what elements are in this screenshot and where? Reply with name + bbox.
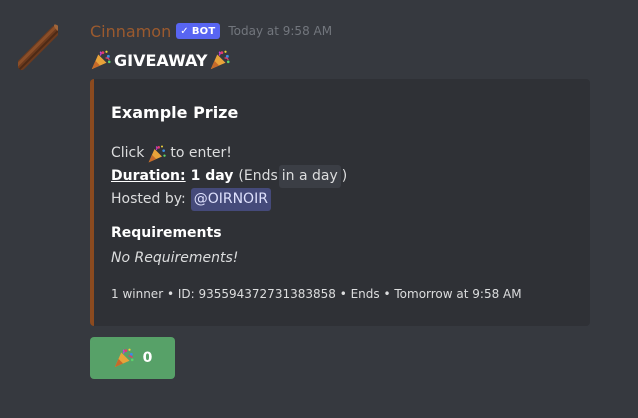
message-title: GIVEAWAY: [114, 50, 208, 70]
ends-relative-time[interactable]: in a day: [278, 165, 341, 188]
giveaway-embed: Example Prize Click to enter! Duration: …: [90, 79, 590, 326]
message-content: GIVEAWAY: [90, 49, 231, 71]
hosted-by-line: Hosted by: @OIRNOIR: [111, 188, 347, 211]
host-mention[interactable]: @OIRNOIR: [190, 188, 271, 211]
duration-line: Duration: 1 day (Ends in a day ): [111, 165, 347, 188]
requirements-field-name: Requirements: [111, 225, 222, 241]
embed-title: Example Prize: [111, 103, 239, 122]
party-popper-icon: [211, 50, 230, 70]
click-suffix: to enter!: [170, 145, 232, 161]
party-popper-icon: [149, 145, 167, 162]
author-username[interactable]: Cinnamon: [90, 22, 171, 41]
party-popper-icon: [114, 348, 134, 368]
reaction-count: 0: [142, 350, 153, 366]
cinnamon-stick-avatar[interactable]: [18, 24, 58, 72]
requirements-field-value: No Requirements!: [111, 250, 239, 266]
duration-label: Duration:: [111, 168, 186, 184]
verified-check-icon: ✓: [180, 25, 189, 37]
duration-value: 1 day: [190, 168, 234, 184]
bot-tag-label: BOT: [191, 25, 216, 37]
ends-open: (Ends: [238, 168, 278, 184]
ends-close: ): [341, 168, 348, 184]
bot-tag: ✓ BOT: [176, 23, 221, 39]
click-prefix: Click: [111, 145, 145, 161]
hosted-label: Hosted by:: [111, 191, 186, 207]
message-timestamp[interactable]: Today at 9:58 AM: [228, 24, 332, 38]
click-to-enter-line: Click to enter!: [111, 142, 347, 165]
embed-footer: 1 winner • ID: 935594372731383858 • Ends…: [111, 287, 522, 301]
party-popper-icon: [91, 50, 111, 70]
embed-description: Click to enter! Duration: 1 day (Ends in…: [111, 142, 347, 211]
party-popper-reaction-button[interactable]: 0: [90, 337, 175, 379]
message-header: Cinnamon ✓ BOT Today at 9:58 AM: [90, 21, 332, 41]
chat-message: Cinnamon ✓ BOT Today at 9:58 AM GIVEAWAY: [0, 0, 638, 418]
